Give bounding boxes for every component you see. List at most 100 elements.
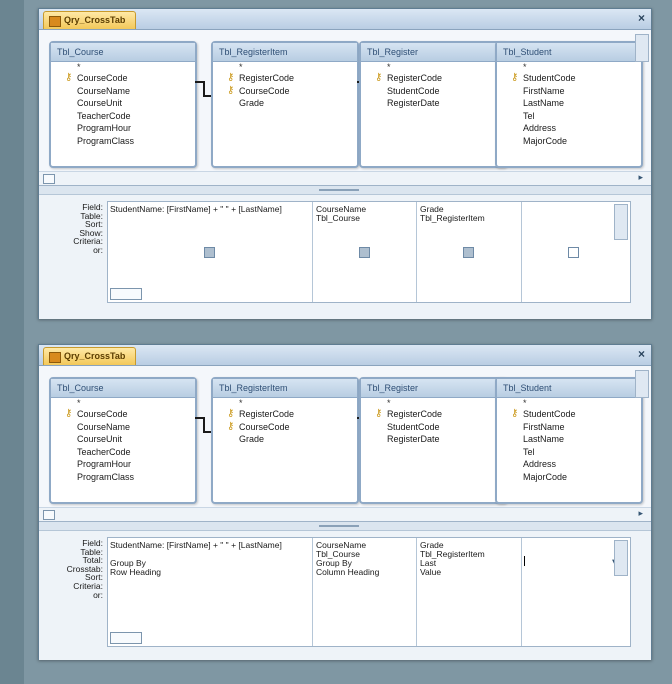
vertical-scrollbar[interactable] xyxy=(635,34,649,62)
field-cell[interactable]: StudentName: [FirstName] + " " + [LastNa… xyxy=(110,204,310,214)
field-item[interactable]: StudentCode xyxy=(361,85,505,98)
all-fields-star[interactable]: * xyxy=(497,398,641,408)
grid-vertical-scrollbar[interactable] xyxy=(614,204,628,240)
scroll-left-button[interactable] xyxy=(43,510,55,520)
all-fields-star[interactable]: * xyxy=(213,62,357,72)
field-item[interactable]: Tel xyxy=(497,110,641,123)
query-tab[interactable]: Qry_CrossTab xyxy=(43,347,137,365)
field-item[interactable]: Address xyxy=(497,458,641,471)
table-title: Tbl_RegisterItem xyxy=(213,379,357,398)
table-box-course[interactable]: Tbl_Course * ⚷ CourseCode CourseName Cour… xyxy=(49,41,197,168)
table-title: Tbl_Student xyxy=(497,43,641,62)
field-item[interactable]: CourseUnit xyxy=(51,97,195,110)
field-item[interactable]: ⚷ CourseCode xyxy=(213,85,357,98)
field-item[interactable]: ⚷ RegisterCode xyxy=(361,72,505,85)
grid-column[interactable]: CourseName Tbl_Course Group By Column He… xyxy=(313,538,417,646)
field-item[interactable]: ProgramClass xyxy=(51,471,195,484)
grid-row-labels: Field: Table: Sort: Show: Criteria: or: xyxy=(53,203,103,255)
grid-column[interactable]: StudentName: [FirstName] + " " + [LastNa… xyxy=(108,538,313,646)
close-icon[interactable]: × xyxy=(638,347,645,361)
splitter-grip[interactable] xyxy=(319,189,359,191)
scroll-right-arrow-icon[interactable]: ▸ xyxy=(638,172,643,183)
crosstab-cell[interactable]: Column Heading xyxy=(316,567,379,577)
field-item[interactable]: Grade xyxy=(213,97,357,110)
field-item[interactable]: FirstName xyxy=(497,85,641,98)
scroll-right-arrow-icon[interactable]: ▸ xyxy=(638,508,643,519)
grid-column[interactable]: StudentName: [FirstName] + " " + [LastNa… xyxy=(108,202,313,302)
grid-column[interactable] xyxy=(522,202,628,302)
table-box-registeritem[interactable]: Tbl_RegisterItem * ⚷ RegisterCode ⚷ Course… xyxy=(211,377,359,504)
field-item[interactable]: Grade xyxy=(213,433,357,446)
field-item[interactable]: MajorCode xyxy=(497,135,641,148)
field-item[interactable]: ⚷ RegisterCode xyxy=(213,408,357,421)
field-item[interactable]: ⚷ CourseCode xyxy=(51,72,195,85)
text-cursor[interactable] xyxy=(524,556,525,566)
field-item[interactable]: TeacherCode xyxy=(51,446,195,459)
table-design-area: Tbl_Course * ⚷ CourseCode CourseName Cour… xyxy=(39,366,651,522)
grid-column[interactable]: Grade Tbl_RegisterItem xyxy=(417,202,522,302)
table-box-student[interactable]: Tbl_Student * ⚷ StudentCode FirstName Las… xyxy=(495,377,643,504)
field-item[interactable]: FirstName xyxy=(497,421,641,434)
vertical-scrollbar[interactable] xyxy=(635,370,649,398)
scroll-left-button[interactable] xyxy=(43,174,55,184)
table-box-register[interactable]: Tbl_Register * ⚷ RegisterCode StudentCode… xyxy=(359,41,507,168)
horizontal-scrollbar[interactable]: ▸ xyxy=(39,507,651,521)
all-fields-star[interactable]: * xyxy=(497,62,641,72)
grid-scroll-button[interactable] xyxy=(110,288,142,300)
grid-scroll-button[interactable] xyxy=(110,632,142,644)
field-item[interactable]: ⚷ RegisterCode xyxy=(213,72,357,85)
table-box-register[interactable]: Tbl_Register * ⚷ RegisterCode StudentCode… xyxy=(359,377,507,504)
splitter-grip[interactable] xyxy=(319,525,359,527)
query-design-window-crosstab: Qry_CrossTab × Tbl_Course * ⚷ CourseCode … xyxy=(38,344,652,660)
crosstab-cell[interactable]: Row Heading xyxy=(110,567,161,577)
field-cell[interactable]: StudentName: [FirstName] + " " + [LastNa… xyxy=(110,540,310,550)
all-fields-star[interactable]: * xyxy=(213,398,357,408)
close-icon[interactable]: × xyxy=(638,11,645,25)
horizontal-scrollbar[interactable]: ▸ xyxy=(39,171,651,185)
field-item[interactable]: LastName xyxy=(497,433,641,446)
field-item[interactable]: ⚷ StudentCode xyxy=(497,408,641,421)
grid-column[interactable]: CourseName Tbl_Course xyxy=(313,202,417,302)
field-item[interactable]: ⚷ RegisterCode xyxy=(361,408,505,421)
field-item[interactable]: ⚷ StudentCode xyxy=(497,72,641,85)
table-box-registeritem[interactable]: Tbl_RegisterItem * ⚷ RegisterCode ⚷ Course… xyxy=(211,41,359,168)
grid-column[interactable]: ▾ xyxy=(522,538,628,646)
query-tab[interactable]: Qry_CrossTab xyxy=(43,11,137,29)
field-item[interactable]: StudentCode xyxy=(361,421,505,434)
field-item[interactable]: ProgramHour xyxy=(51,122,195,135)
table-cell[interactable]: Tbl_RegisterItem xyxy=(420,213,485,223)
all-fields-star[interactable]: * xyxy=(361,398,505,408)
field-item[interactable]: ProgramHour xyxy=(51,458,195,471)
show-checkbox[interactable] xyxy=(463,247,474,258)
field-item[interactable]: Address xyxy=(497,122,641,135)
field-item[interactable]: MajorCode xyxy=(497,471,641,484)
query-grid-area: Field: Table: Sort: Show: Criteria: or: … xyxy=(39,195,651,319)
table-box-student[interactable]: Tbl_Student * ⚷ StudentCode FirstName Las… xyxy=(495,41,643,168)
table-box-course[interactable]: Tbl_Course * ⚷ CourseCode CourseName Cour… xyxy=(49,377,197,504)
field-item[interactable]: CourseName xyxy=(51,85,195,98)
field-item[interactable]: LastName xyxy=(497,97,641,110)
all-fields-star[interactable]: * xyxy=(51,62,195,72)
show-checkbox[interactable] xyxy=(204,247,215,258)
show-checkbox[interactable] xyxy=(359,247,370,258)
field-item[interactable]: CourseUnit xyxy=(51,433,195,446)
pane-splitter[interactable] xyxy=(39,186,651,195)
grid-vertical-scrollbar[interactable] xyxy=(614,540,628,576)
table-cell[interactable]: Tbl_Course xyxy=(316,213,360,223)
query-icon xyxy=(49,16,61,27)
pane-splitter[interactable] xyxy=(39,522,651,531)
grid-column[interactable]: Grade Tbl_RegisterItem Last Value xyxy=(417,538,522,646)
field-item[interactable]: Tel xyxy=(497,446,641,459)
primary-key-icon: ⚷ xyxy=(375,72,383,83)
field-item[interactable]: ⚷ CourseCode xyxy=(213,421,357,434)
all-fields-star[interactable]: * xyxy=(361,62,505,72)
field-item[interactable]: RegisterDate xyxy=(361,97,505,110)
show-checkbox[interactable] xyxy=(568,247,579,258)
field-item[interactable]: ⚷ CourseCode xyxy=(51,408,195,421)
field-item[interactable]: TeacherCode xyxy=(51,110,195,123)
crosstab-cell[interactable]: Value xyxy=(420,567,441,577)
all-fields-star[interactable]: * xyxy=(51,398,195,408)
field-item[interactable]: CourseName xyxy=(51,421,195,434)
field-item[interactable]: ProgramClass xyxy=(51,135,195,148)
field-item[interactable]: RegisterDate xyxy=(361,433,505,446)
